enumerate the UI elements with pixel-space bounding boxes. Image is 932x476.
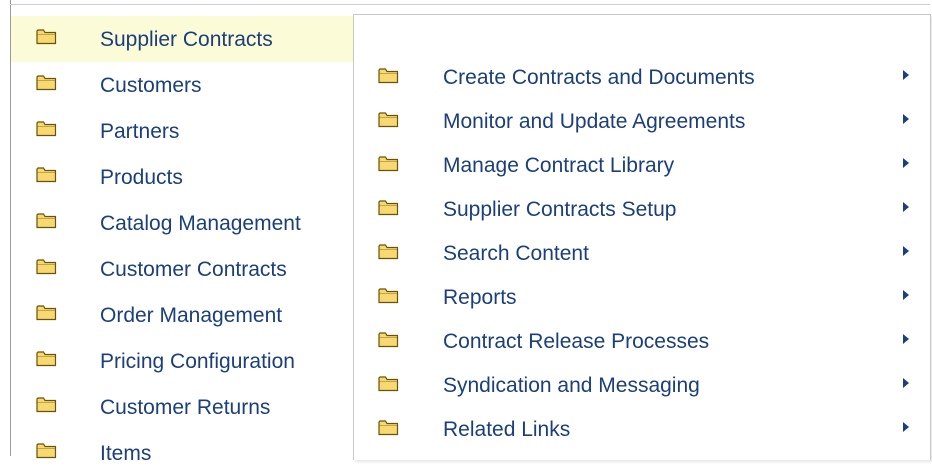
submenu-item-label: Search Content — [443, 242, 589, 265]
nav-item-label: Catalog Management — [100, 212, 301, 235]
folder-icon — [36, 350, 57, 367]
submenu-item-label: Monitor and Update Agreements — [443, 110, 746, 133]
submenu-item-search-content[interactable]: Search Content — [354, 229, 930, 273]
submenu-item-label: Supplier Contracts Setup — [443, 198, 677, 221]
folder-icon — [36, 304, 57, 321]
nav-item-partners[interactable]: Partners — [11, 108, 356, 154]
nav-item-supplier-contracts[interactable]: Supplier Contracts — [11, 16, 356, 62]
top-divider — [10, 4, 930, 5]
folder-icon — [378, 67, 399, 84]
folder-icon — [378, 111, 399, 128]
nav-item-order-management[interactable]: Order Management — [11, 292, 356, 338]
nav-item-label: Customer Returns — [100, 396, 271, 419]
chevron-right-icon — [903, 334, 909, 344]
nav-item-label: Partners — [100, 120, 180, 143]
chevron-right-icon — [903, 70, 909, 80]
submenu-item-syndication-and-messaging[interactable]: Syndication and Messaging — [354, 361, 930, 405]
chevron-right-icon — [903, 114, 909, 124]
folder-icon — [36, 396, 57, 413]
folder-icon — [378, 419, 399, 436]
submenu-item-contract-release-processes[interactable]: Contract Release Processes — [354, 317, 930, 361]
folder-icon — [36, 120, 57, 137]
nav-item-label: Order Management — [100, 304, 283, 327]
folder-icon — [378, 155, 399, 172]
folder-icon — [36, 442, 57, 459]
submenu-item-label: Syndication and Messaging — [443, 374, 700, 397]
nav-item-customers[interactable]: Customers — [11, 62, 356, 108]
folder-icon — [36, 28, 57, 45]
folder-icon — [378, 199, 399, 216]
folder-icon — [378, 331, 399, 348]
nav-item-label: Customer Contracts — [100, 258, 287, 281]
submenu-item-label: Reports — [443, 286, 517, 309]
nav-item-customer-contracts[interactable]: Customer Contracts — [11, 246, 356, 292]
supplier-contracts-submenu: Create Contracts and Documents Monitor a… — [353, 14, 931, 460]
folder-icon — [378, 243, 399, 260]
nav-item-label: Products — [100, 166, 183, 189]
partial-heading-fragment — [150, 0, 176, 6]
nav-item-products[interactable]: Products — [11, 154, 356, 200]
folder-icon — [36, 212, 57, 229]
folder-icon — [378, 287, 399, 304]
submenu-item-label: Related Links — [443, 418, 571, 441]
nav-item-label: Items — [100, 442, 152, 465]
submenu-item-monitor-and-update-agreements[interactable]: Monitor and Update Agreements — [354, 97, 930, 141]
nav-item-catalog-management[interactable]: Catalog Management — [11, 200, 356, 246]
folder-icon — [36, 258, 57, 275]
submenu-item-related-links[interactable]: Related Links — [354, 405, 930, 449]
nav-item-label: Customers — [100, 74, 202, 97]
submenu-item-reports[interactable]: Reports — [354, 273, 930, 317]
submenu-item-supplier-contracts-setup[interactable]: Supplier Contracts Setup — [354, 185, 930, 229]
folder-icon — [36, 74, 57, 91]
nav-item-customer-returns[interactable]: Customer Returns — [11, 384, 356, 430]
chevron-right-icon — [903, 202, 909, 212]
nav-item-label: Pricing Configuration — [100, 350, 295, 373]
submenu-item-manage-contract-library[interactable]: Manage Contract Library — [354, 141, 930, 185]
chevron-right-icon — [903, 422, 909, 432]
submenu-item-create-contracts-and-documents[interactable]: Create Contracts and Documents — [354, 53, 930, 97]
folder-icon — [378, 375, 399, 392]
chevron-right-icon — [903, 290, 909, 300]
submenu-item-label: Contract Release Processes — [443, 330, 710, 353]
nav-item-items[interactable]: Items — [11, 430, 356, 476]
chevron-right-icon — [903, 246, 909, 256]
nav-item-pricing-configuration[interactable]: Pricing Configuration — [11, 338, 356, 384]
folder-icon — [36, 166, 57, 183]
main-navigation-menu: Supplier Contracts Customers Partners Pr… — [11, 16, 356, 465]
submenu-item-label: Create Contracts and Documents — [443, 66, 755, 89]
submenu-item-label: Manage Contract Library — [443, 154, 675, 177]
nav-item-label: Supplier Contracts — [100, 28, 273, 51]
chevron-right-icon — [903, 378, 909, 388]
chevron-right-icon — [903, 158, 909, 168]
